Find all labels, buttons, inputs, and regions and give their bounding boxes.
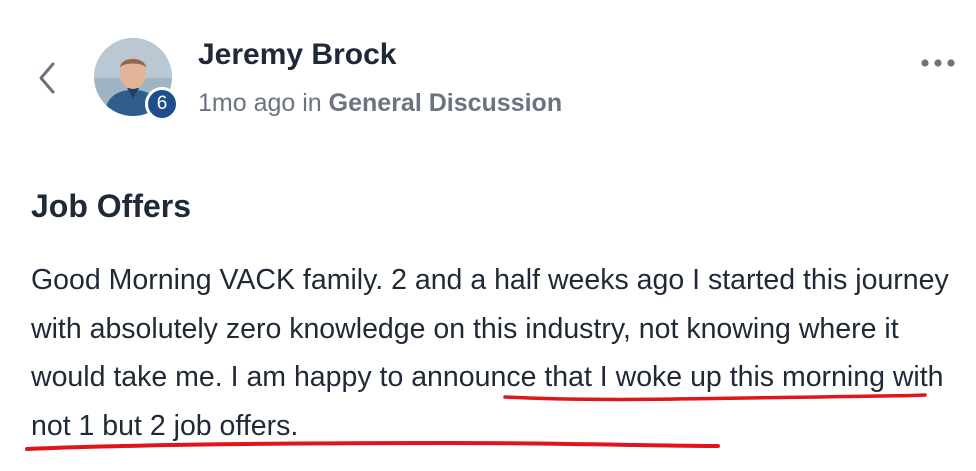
post-title: Job Offers [31, 188, 192, 224]
in-word: in [302, 89, 322, 117]
level-badge: 6 [145, 87, 179, 121]
author-name[interactable]: Jeremy Brock [198, 38, 396, 72]
post-meta: 1mo ago in General Discussion [198, 89, 562, 118]
author-avatar[interactable]: 6 [94, 38, 180, 124]
more-options-button[interactable] [918, 48, 958, 78]
post-time: 1mo ago [198, 89, 296, 117]
back-button[interactable] [30, 58, 64, 98]
post-body: Good Morning VACK family. 2 and a half w… [31, 256, 961, 450]
more-horizontal-icon [921, 59, 955, 67]
category-link[interactable]: General Discussion [329, 89, 562, 117]
chevron-left-icon [39, 62, 55, 94]
